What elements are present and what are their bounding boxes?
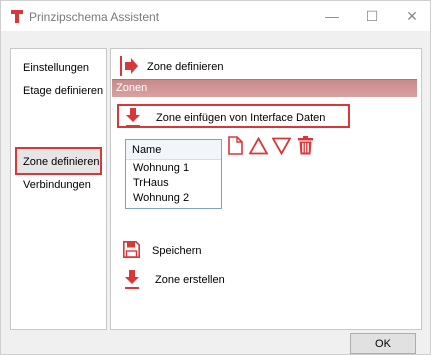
arrow-down-icon: [125, 270, 139, 289]
sidebar-item-etage-definieren[interactable]: Etage definieren: [23, 85, 103, 97]
title-bar: Prinzipschema Assistent — ☐ ✕: [1, 1, 430, 31]
sidebar: Einstellungen Etage definieren Zone defi…: [10, 48, 107, 330]
arrow-right-icon: [120, 56, 138, 76]
sidebar-item-verbindungen[interactable]: Verbindungen: [23, 179, 91, 191]
move-up-icon[interactable]: [249, 137, 268, 155]
import-interface-label: Zone einfügen von Interface Daten: [156, 112, 326, 124]
arrow-down-icon: [126, 108, 140, 127]
zones-table[interactable]: Name Wohnung 1 TrHaus Wohnung 2: [125, 139, 222, 209]
table-row[interactable]: Wohnung 2: [133, 192, 189, 204]
app-logo-icon: [11, 10, 23, 23]
close-button[interactable]: ✕: [397, 6, 427, 26]
save-button[interactable]: Speichern: [152, 245, 202, 257]
table-row[interactable]: Wohnung 1: [133, 162, 189, 174]
move-down-icon[interactable]: [272, 137, 291, 155]
maximize-button[interactable]: ☐: [357, 6, 387, 26]
sidebar-item-einstellungen[interactable]: Einstellungen: [23, 62, 89, 74]
save-icon: [123, 241, 140, 258]
table-row[interactable]: TrHaus: [133, 177, 169, 189]
column-name-header: Name: [132, 144, 162, 156]
new-document-icon[interactable]: [228, 136, 243, 155]
delete-icon[interactable]: [298, 136, 313, 155]
sidebar-item-zone-definieren[interactable]: Zone definieren: [23, 156, 99, 168]
ok-button[interactable]: OK: [350, 333, 416, 354]
section-bar: Zonen: [112, 79, 417, 97]
page-title: Zone definieren: [147, 61, 224, 73]
minimize-button[interactable]: —: [317, 6, 347, 26]
section-title: Zonen: [116, 82, 148, 94]
table-header[interactable]: Name: [126, 140, 221, 160]
window-title: Prinzipschema Assistent: [29, 10, 160, 24]
create-zone-button[interactable]: Zone erstellen: [155, 274, 225, 286]
